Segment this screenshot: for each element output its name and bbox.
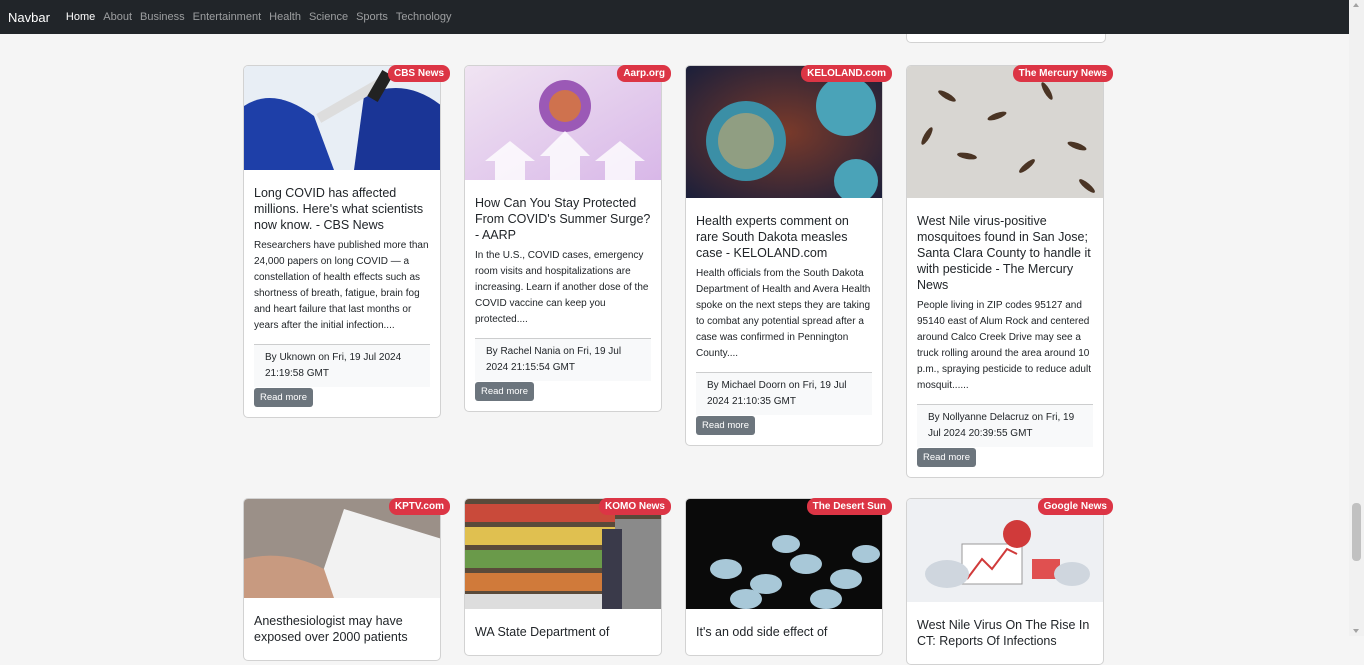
card-description: In the U.S., COVID cases, emergency room… xyxy=(475,250,649,325)
card-image xyxy=(465,499,661,614)
nav-health[interactable]: Health xyxy=(269,11,301,23)
card-description: Health officials from the South Dakota D… xyxy=(696,268,871,359)
nav-business[interactable]: Business xyxy=(140,11,185,23)
read-more-button[interactable]: Read more xyxy=(917,448,976,467)
card-description: Researchers have published more than 24,… xyxy=(254,240,429,331)
card-image xyxy=(465,66,661,185)
card-title: Anesthesiologist may have exposed over 2… xyxy=(254,614,408,644)
card-byline: By Nollyanne Delacruz on Fri, 19 Jul 202… xyxy=(917,404,1093,447)
news-card: Google News West Nile Virus On The Rise … xyxy=(906,498,1113,665)
source-badge: KPTV.com xyxy=(388,498,450,515)
card-title: WA State Department of xyxy=(475,625,610,639)
card-title: Long COVID has affected millions. Here's… xyxy=(254,186,424,232)
card-image xyxy=(686,499,882,614)
news-card: CBS News Long COVID has affected million… xyxy=(243,65,450,418)
card-title: It's an odd side effect of xyxy=(696,625,828,639)
card-title: How Can You Stay Protected From COVID's … xyxy=(475,196,651,242)
read-more-button[interactable]: Read more xyxy=(696,416,755,435)
news-card: KPTV.com Anesthesiologist may have expos… xyxy=(243,498,450,661)
card-description: People living in ZIP codes 95127 and 951… xyxy=(917,300,1091,391)
card-image xyxy=(244,66,440,175)
news-card: The Mercury News West Nile virus-positiv… xyxy=(906,65,1113,478)
nav-science[interactable]: Science xyxy=(309,11,348,23)
card-byline: By Uknown on Fri, 19 Jul 2024 21:19:58 G… xyxy=(254,344,430,387)
source-badge: CBS News xyxy=(387,65,450,82)
card-title: West Nile Virus On The Rise In CT: Repor… xyxy=(917,618,1090,648)
news-card: KELOLAND.com Health experts comment on r… xyxy=(685,65,892,446)
source-badge: The Mercury News xyxy=(1012,65,1113,82)
news-card: Aarp.org How Can You Stay Protected From… xyxy=(464,65,671,412)
read-more-button[interactable]: Read more xyxy=(254,388,313,407)
card-title: Health experts comment on rare South Dak… xyxy=(696,214,849,260)
scroll-up-arrow-icon[interactable] xyxy=(1353,3,1359,7)
card-image xyxy=(907,499,1103,607)
nav-sports[interactable]: Sports xyxy=(356,11,388,23)
news-card: KOMO News WA State Department of xyxy=(464,498,671,656)
card-image xyxy=(907,66,1103,203)
nav-entertainment[interactable]: Entertainment xyxy=(193,11,261,23)
source-badge: Google News xyxy=(1037,498,1113,515)
nav-technology[interactable]: Technology xyxy=(396,11,452,23)
card-byline: By Michael Doorn on Fri, 19 Jul 2024 21:… xyxy=(696,372,872,415)
card-title: West Nile virus-positive mosquitoes foun… xyxy=(917,214,1091,292)
nav-home[interactable]: Home xyxy=(66,11,95,23)
page-scrollbar[interactable] xyxy=(1349,0,1364,636)
card-byline: By Rachel Nania on Fri, 19 Jul 2024 21:1… xyxy=(475,338,651,381)
source-badge: KELOLAND.com xyxy=(801,65,892,82)
source-badge: KOMO News xyxy=(598,498,671,515)
nav-about[interactable]: About xyxy=(103,11,132,23)
card-image xyxy=(686,66,882,203)
navbar: Navbar Home About Business Entertainment… xyxy=(0,0,1349,34)
read-more-button[interactable]: Read more xyxy=(475,382,534,401)
scroll-thumb[interactable] xyxy=(1352,503,1361,561)
source-badge: The Desert Sun xyxy=(806,498,892,515)
news-card: The Desert Sun It's an odd side effect o… xyxy=(685,498,892,656)
navbar-brand[interactable]: Navbar xyxy=(8,10,50,25)
source-badge: Aarp.org xyxy=(617,65,671,82)
scroll-down-arrow-icon[interactable] xyxy=(1353,629,1359,633)
